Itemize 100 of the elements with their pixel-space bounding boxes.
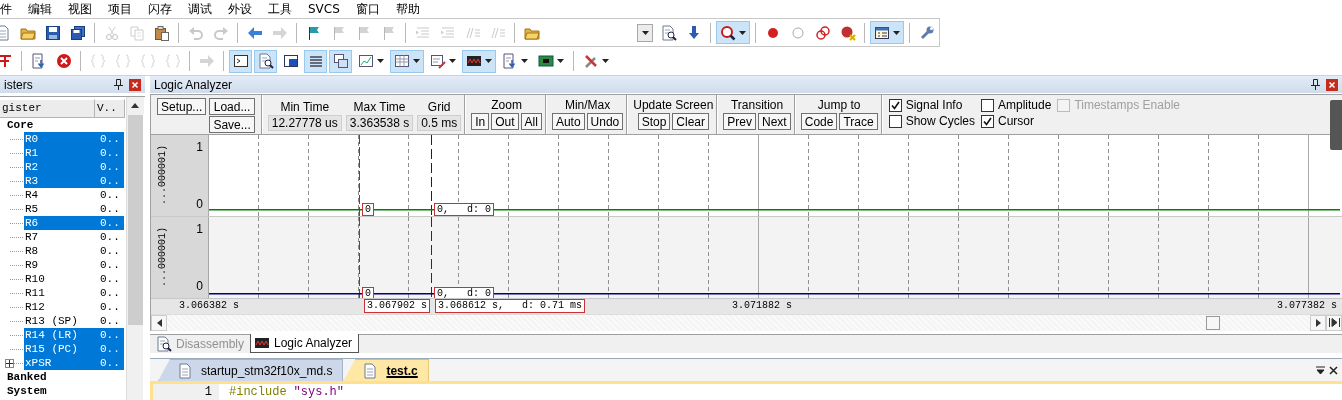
register-value: 0.. <box>100 258 120 272</box>
tool-button[interactable]: Stop <box>637 113 671 130</box>
braces-icon <box>164 53 181 69</box>
tool-button[interactable]: Undo <box>586 113 624 130</box>
register-row[interactable]: R1 0.. <box>24 146 124 160</box>
tool-button[interactable]: Next <box>758 113 791 130</box>
window-icon <box>874 24 890 41</box>
tool-button[interactable]: Prev <box>723 113 757 130</box>
tool-button[interactable]: All <box>520 113 542 130</box>
register-row[interactable]: R6 0.. <box>24 216 124 230</box>
register-row[interactable]: xPSR 0.. <box>24 356 124 370</box>
tool-button[interactable]: Auto <box>551 113 585 130</box>
menu-item[interactable]: 帮助 <box>395 1 420 17</box>
dropdown-button[interactable] <box>870 21 904 44</box>
plot-area[interactable]: 0 0, d: 0 <box>209 217 1342 298</box>
register-value: 0.. <box>100 328 120 342</box>
undo-icon <box>187 24 204 41</box>
register-row[interactable]: R8 0.. <box>24 244 124 258</box>
register-row[interactable]: R11 0.. <box>24 286 124 300</box>
dropdown-button[interactable] <box>462 49 496 73</box>
field-label: Max Time <box>353 98 406 115</box>
register-row[interactable]: R4 0.. <box>24 188 124 202</box>
menu-item[interactable]: 闪存 <box>148 1 172 17</box>
menu-item[interactable]: 件 <box>0 1 12 17</box>
panel-title: isters <box>4 76 34 94</box>
register-row[interactable]: R0 0.. <box>24 132 124 146</box>
file-tab[interactable]: startup_stm32f10x_md.s <box>158 359 344 381</box>
load-button[interactable]: Load... <box>209 98 255 115</box>
checkbox[interactable] <box>981 115 994 128</box>
linked-circles-icon <box>814 24 831 41</box>
scroll-up-icon <box>131 103 139 108</box>
menu-item[interactable]: 视图 <box>68 1 92 17</box>
terminal-icon <box>232 53 249 69</box>
register-name: R4 <box>24 188 40 202</box>
tool-button[interactable]: Trace <box>839 113 878 130</box>
checkbox[interactable] <box>888 99 902 112</box>
menu-item[interactable]: 调试 <box>188 1 212 17</box>
register-value: 0.. <box>100 188 120 202</box>
field-label: Grid <box>427 98 451 115</box>
tool-button[interactable]: Out <box>491 113 519 130</box>
register-row[interactable]: R7 0.. <box>24 230 124 244</box>
menu-item[interactable]: SVCS <box>308 1 340 17</box>
cursor-line[interactable] <box>431 135 432 216</box>
column-header[interactable]: V.. <box>95 99 125 118</box>
cursor-value-label: 0, d: 0 <box>434 203 494 216</box>
register-name: R15 (PC) <box>24 342 79 356</box>
checkbox-label: Timestamps Enable <box>1074 98 1180 113</box>
document-arrow-icon <box>502 53 518 69</box>
register-value: 0.. <box>100 230 120 244</box>
register-name: R6 <box>24 216 40 230</box>
cursor-value-label: 0 <box>362 203 374 216</box>
toolbar-button[interactable] <box>329 49 352 73</box>
group-label: Jump to <box>817 97 861 113</box>
menu-item[interactable]: 窗口 <box>355 1 380 17</box>
file-tab[interactable]: test.c <box>343 359 429 381</box>
save-button[interactable]: Save... <box>209 116 255 133</box>
menu-item[interactable]: 工具 <box>268 1 292 17</box>
register-row[interactable]: R10 0.. <box>24 272 124 286</box>
tree-item[interactable]: System <box>0 384 125 398</box>
tree-item[interactable]: Banked <box>0 370 125 384</box>
tree-item[interactable]: Core <box>0 118 125 132</box>
checkbox[interactable] <box>981 99 994 112</box>
cursor-line[interactable] <box>431 217 432 298</box>
plot-area[interactable]: 0 0, d: 0 <box>209 135 1342 216</box>
register-row[interactable]: R14 (LR) 0.. <box>24 328 124 342</box>
register-row[interactable]: R3 0.. <box>24 174 124 188</box>
checkbox[interactable] <box>888 115 902 128</box>
register-row[interactable]: R5 0.. <box>24 202 124 216</box>
register-row[interactable]: R9 0.. <box>24 258 124 272</box>
menu-item[interactable]: 编辑 <box>28 1 52 17</box>
tool-button[interactable]: In <box>471 113 490 130</box>
list-icon <box>307 53 324 69</box>
dropdown-field[interactable] <box>637 23 653 42</box>
register-name: R3 <box>24 174 40 188</box>
register-row[interactable]: R15 (PC) 0.. <box>24 342 124 356</box>
level-label: 1 <box>196 221 203 238</box>
scrollbar[interactable] <box>126 97 143 400</box>
menu-item[interactable]: 外设 <box>228 1 252 17</box>
dropdown-button[interactable] <box>716 21 750 44</box>
toolbar-button[interactable] <box>254 49 277 73</box>
dropdown-button[interactable] <box>390 49 424 73</box>
check-icon <box>983 117 992 126</box>
tool-button[interactable]: Code <box>800 113 838 130</box>
check-icon <box>890 101 900 110</box>
group-label: Transition <box>730 97 784 113</box>
register-row[interactable]: R13 (SP) 0.. <box>24 314 124 328</box>
braces-icon <box>139 53 156 69</box>
tool-button[interactable]: Clear <box>672 113 709 130</box>
indent-icon <box>439 24 456 41</box>
register-name: R7 <box>24 230 40 244</box>
register-row[interactable]: R2 0.. <box>24 160 124 174</box>
expand-toggle[interactable] <box>5 359 14 368</box>
register-row[interactable]: R12 0.. <box>24 300 124 314</box>
column-header[interactable]: gister <box>0 99 95 118</box>
menu-item[interactable]: 项目 <box>108 1 132 17</box>
toolbar-button[interactable] <box>229 49 252 73</box>
scrollbar[interactable] <box>151 314 1342 330</box>
tab[interactable]: Logic Analyzer <box>250 334 360 353</box>
setup-button[interactable]: Setup... <box>157 98 207 115</box>
register-value: 0.. <box>100 146 120 160</box>
